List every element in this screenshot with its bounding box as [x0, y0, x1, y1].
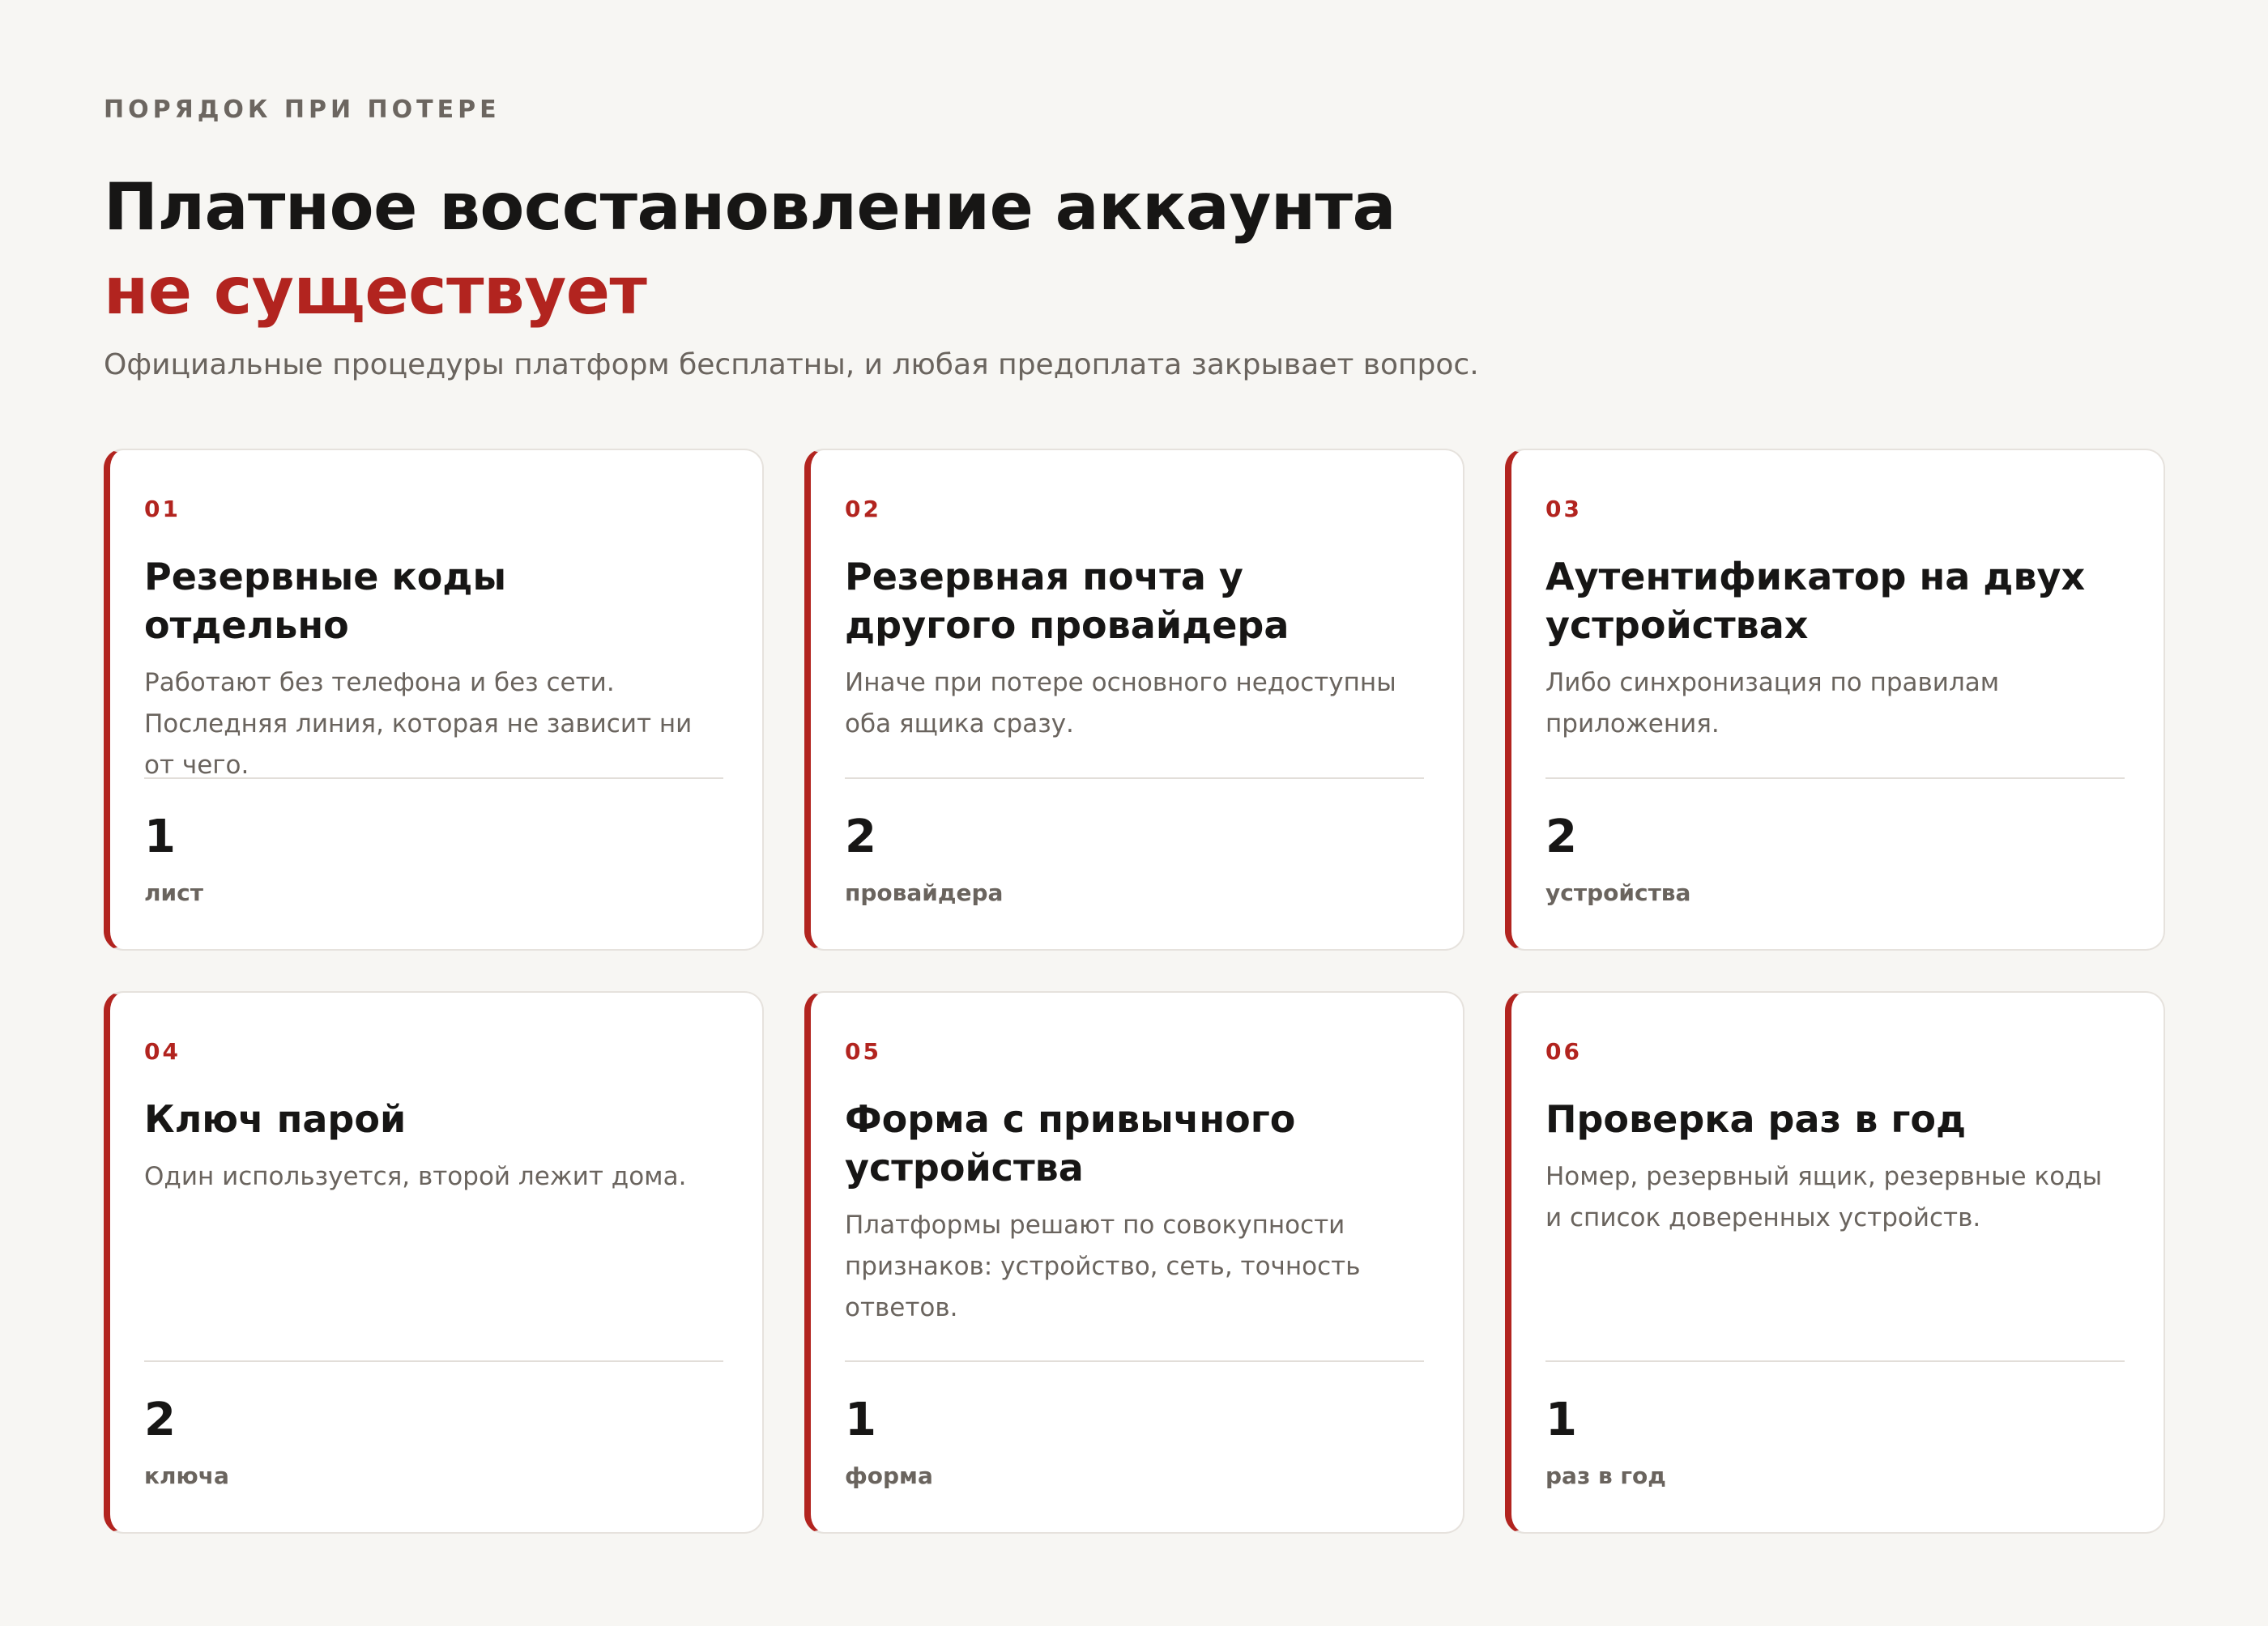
- card-number: 06: [1545, 1038, 1582, 1065]
- eyebrow-label: ПОРЯДОК ПРИ ПОТЕРЕ: [104, 96, 501, 124]
- card-divider: [1545, 777, 2125, 779]
- card-metric-unit: форма: [845, 1462, 933, 1489]
- card-title: Проверка раз в год: [1545, 1097, 1967, 1141]
- card-backup-codes: 01 Резервные коды отдельно Работают без …: [104, 449, 764, 951]
- card-familiar-device-form: 05 Форма с привычного устройства Платфор…: [804, 991, 1464, 1534]
- card-metric: 1: [845, 1394, 876, 1446]
- card-number: 05: [845, 1038, 881, 1065]
- card-metric: 2: [1545, 811, 1577, 863]
- card-number: 01: [144, 496, 181, 522]
- card-metric-unit: раз в год: [1545, 1462, 1666, 1489]
- card-divider: [845, 777, 1424, 779]
- card-description: Либо синхронизация по правилам приложени…: [1545, 668, 2000, 739]
- card-title: Ключ парой: [144, 1097, 407, 1141]
- card-title: Аутентификатор на двух устройствах: [1545, 555, 2086, 647]
- card-description: Платформы решают по совокупности признак…: [845, 1211, 1361, 1322]
- card-metric: 1: [144, 811, 176, 863]
- card-number: 04: [144, 1038, 181, 1065]
- card-metric: 2: [845, 811, 876, 863]
- card-metric: 1: [1545, 1394, 1577, 1446]
- card-divider: [845, 1360, 1424, 1362]
- page-title-accent: не существует: [104, 253, 647, 329]
- card-title: Форма с привычного устройства: [845, 1097, 1296, 1190]
- page: ПОРЯДОК ПРИ ПОТЕРЕ Платное восстановлени…: [0, 0, 2268, 1626]
- card-metric-unit: провайдера: [845, 879, 1004, 906]
- page-title-main: Платное восстановление аккаунта: [104, 169, 1396, 245]
- card-backup-email: 02 Резервная почта у другого провайдера …: [804, 449, 1464, 951]
- page-title: Платное восстановление аккаунта не сущес…: [104, 165, 2164, 334]
- card-metric-unit: ключа: [144, 1462, 229, 1489]
- card-number: 03: [1545, 496, 1582, 522]
- card-yearly-check: 06 Проверка раз в год Номер, резервный я…: [1505, 991, 2165, 1534]
- card-metric: 2: [144, 1394, 176, 1446]
- card-description: Номер, резервный ящик, резервные коды и …: [1545, 1162, 2103, 1232]
- card-title: Резервная почта у другого провайдера: [845, 555, 1290, 647]
- page-subtitle: Официальные процедуры платформ бесплатны…: [104, 348, 1479, 381]
- card-title: Резервные коды отдельно: [144, 555, 507, 647]
- card-divider: [144, 1360, 723, 1362]
- card-security-keys: 04 Ключ парой Один используется, второй …: [104, 991, 764, 1534]
- card-authenticator: 03 Аутентификатор на двух устройствах Ли…: [1505, 449, 2165, 951]
- card-metric-unit: лист: [144, 879, 203, 906]
- card-metric-unit: устройства: [1545, 879, 1691, 906]
- card-divider: [1545, 1360, 2125, 1362]
- card-description: Работают без телефона и без сети. Послед…: [144, 668, 693, 780]
- card-description: Иначе при потере основного недоступны об…: [845, 668, 1396, 739]
- cards-grid: 01 Резервные коды отдельно Работают без …: [104, 449, 2165, 1534]
- card-description: Один используется, второй лежит дома.: [144, 1162, 687, 1191]
- card-number: 02: [845, 496, 881, 522]
- card-divider: [144, 777, 723, 779]
